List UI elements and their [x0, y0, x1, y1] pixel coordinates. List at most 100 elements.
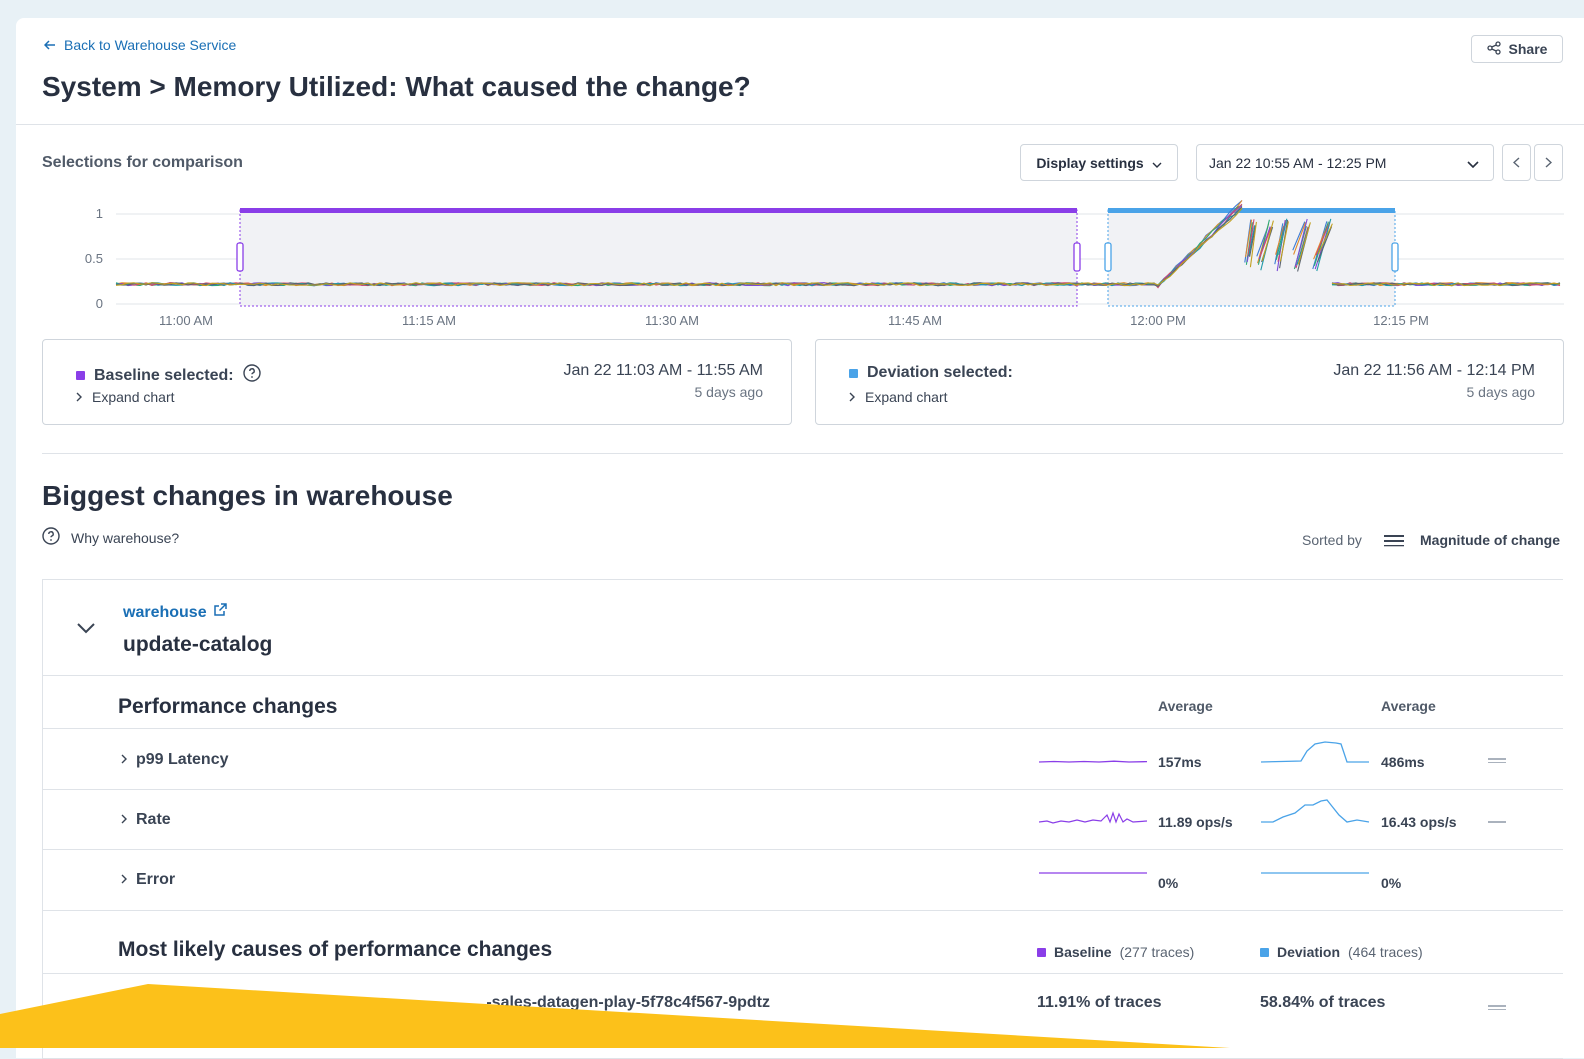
metric-name: Rate: [136, 811, 171, 828]
x-axis: 11:00 AM 11:15 AM 11:30 AM 11:45 AM 12:00 PM…: [159, 313, 1429, 328]
sorted-by-label: Sorted by: [1302, 532, 1362, 548]
sorted-by-value[interactable]: Magnitude of change: [1420, 532, 1560, 548]
baseline-value: 0%: [1158, 875, 1179, 891]
memory-chart[interactable]: 00.51 11:00 AM 11:15 AM 11:30 AM 11:45 AM 12…: [16, 198, 1584, 333]
baseline-ago: 5 days ago: [694, 384, 764, 400]
baseline-expand-chart[interactable]: Expand chart: [76, 389, 175, 405]
metric-name: p99 Latency: [136, 751, 229, 768]
deviation-value: 16.43 ops/s: [1381, 814, 1457, 830]
metric-name: Error: [136, 871, 176, 888]
chevron-right-icon: [121, 871, 127, 889]
baseline-handle-left[interactable]: [236, 242, 244, 272]
divider: [43, 675, 1563, 676]
baseline-legend-label: Baseline: [1054, 944, 1112, 960]
baseline-window[interactable]: [239, 209, 1078, 307]
chevron-right-icon: [1545, 155, 1553, 171]
time-range-value: Jan 22 10:55 AM - 12:25 PM: [1209, 154, 1387, 171]
changes-title: Biggest changes in warehouse: [42, 480, 453, 511]
divider: [43, 789, 1563, 790]
deviation-sparkline: [1261, 741, 1369, 763]
divider: [16, 124, 1584, 125]
deviation-value: 486ms: [1381, 754, 1425, 770]
next-range-button[interactable]: [1534, 144, 1563, 181]
divider: [43, 728, 1563, 729]
chevron-down-icon: [1467, 155, 1479, 171]
help-icon: [42, 527, 60, 548]
chevron-right-icon: [121, 811, 127, 829]
y-axis: 00.51: [85, 206, 103, 311]
deviation-window-bar: [1108, 208, 1395, 213]
baseline-legend: Baseline (277 traces): [1037, 944, 1194, 960]
help-icon[interactable]: [242, 364, 261, 387]
magnitude-indicator: [1488, 821, 1506, 823]
baseline-label: Baseline selected:: [94, 366, 234, 384]
baseline-value: 157ms: [1158, 754, 1202, 770]
metric-row-p99-latency[interactable]: p99 Latency: [121, 751, 228, 769]
share-button[interactable]: Share: [1471, 35, 1563, 63]
baseline-sparkline: [1039, 872, 1147, 874]
deviation-legend-label: Deviation: [1277, 944, 1341, 960]
why-warehouse-link[interactable]: Why warehouse?: [42, 527, 179, 548]
y-tick-label: 0.5: [85, 251, 103, 266]
deviation-card: Deviation selected: Expand chart Jan 22 …: [815, 339, 1564, 425]
baseline-trace-count: (277 traces): [1119, 944, 1195, 960]
x-tick-label: 11:30 AM: [645, 313, 699, 328]
baseline-window-bar: [240, 208, 1077, 213]
magnitude-indicator: [1488, 762, 1506, 763]
chevron-down-icon: [1152, 155, 1162, 171]
why-warehouse-label: Why warehouse?: [71, 529, 180, 546]
chevron-right-icon: [121, 751, 127, 769]
deviation-value: 0%: [1381, 875, 1402, 891]
service-link-label: warehouse: [123, 603, 207, 621]
divider: [42, 453, 1563, 454]
x-tick-label: 11:15 AM: [402, 313, 456, 328]
deviation-legend: Deviation (464 traces): [1260, 944, 1423, 960]
display-settings-label: Display settings: [1036, 154, 1144, 171]
share-icon: [1486, 40, 1501, 58]
page-title: System > Memory Utilized: What caused th…: [42, 71, 751, 102]
deviation-expand-chart[interactable]: Expand chart: [849, 389, 948, 405]
back-link[interactable]: Back to Warehouse Service: [43, 37, 237, 53]
chevron-down-icon[interactable]: [77, 621, 95, 639]
chevron-right-icon: [849, 389, 855, 405]
y-tick-label: 0: [96, 296, 103, 311]
metric-row-rate[interactable]: Rate: [121, 811, 171, 829]
service-link[interactable]: warehouse: [123, 603, 227, 622]
deviation-swatch: [1260, 947, 1269, 957]
prev-range-button[interactable]: [1502, 144, 1531, 181]
external-link-icon: [213, 603, 227, 622]
y-tick-label: 1: [96, 206, 103, 221]
divider: [43, 973, 1563, 974]
arrow-left-icon: [43, 37, 56, 53]
deviation-trace-count: (464 traces): [1348, 944, 1423, 960]
deviation-average-header: Average: [1381, 698, 1436, 714]
baseline-range: Jan 22 11:03 AM - 11:55 AM: [563, 362, 763, 379]
time-range-select[interactable]: Jan 22 10:55 AM - 12:25 PM: [1196, 144, 1494, 181]
display-settings-button[interactable]: Display settings: [1020, 144, 1178, 181]
baseline-value: 11.89 ops/s: [1158, 814, 1233, 830]
metric-row-error[interactable]: Error: [121, 871, 175, 889]
causes-title: Most likely causes of performance change…: [118, 938, 553, 961]
back-link-label: Back to Warehouse Service: [64, 37, 237, 53]
deviation-label: Deviation selected:: [867, 364, 1013, 381]
deviation-sparkline: [1261, 872, 1369, 874]
x-tick-label: 11:00 AM: [159, 313, 213, 328]
x-tick-label: 12:00 PM: [1130, 313, 1186, 328]
main-panel: Back to Warehouse Service System > Memor…: [16, 18, 1584, 1059]
deviation-range: Jan 22 11:56 AM - 12:14 PM: [1333, 362, 1535, 379]
comparison-label: Selections for comparison: [42, 154, 243, 171]
divider: [43, 849, 1563, 850]
decorative-yellow-shape: [0, 984, 1230, 1048]
performance-title: Performance changes: [118, 695, 338, 718]
deviation-handle-left[interactable]: [1104, 242, 1112, 272]
chevron-right-icon: [76, 389, 82, 405]
magnitude-indicator: [1488, 758, 1506, 760]
baseline-handle-right[interactable]: [1073, 242, 1081, 272]
deviation-ago: 5 days ago: [1466, 384, 1536, 400]
sort-magnitude-icon[interactable]: [1384, 534, 1404, 553]
baseline-swatch: [1037, 947, 1046, 957]
baseline-swatch: [76, 371, 85, 380]
baseline-card: Baseline selected: Expand chart Jan 22 1…: [42, 339, 792, 425]
deviation-handle-right[interactable]: [1391, 242, 1399, 272]
chevron-left-icon: [1512, 155, 1520, 171]
